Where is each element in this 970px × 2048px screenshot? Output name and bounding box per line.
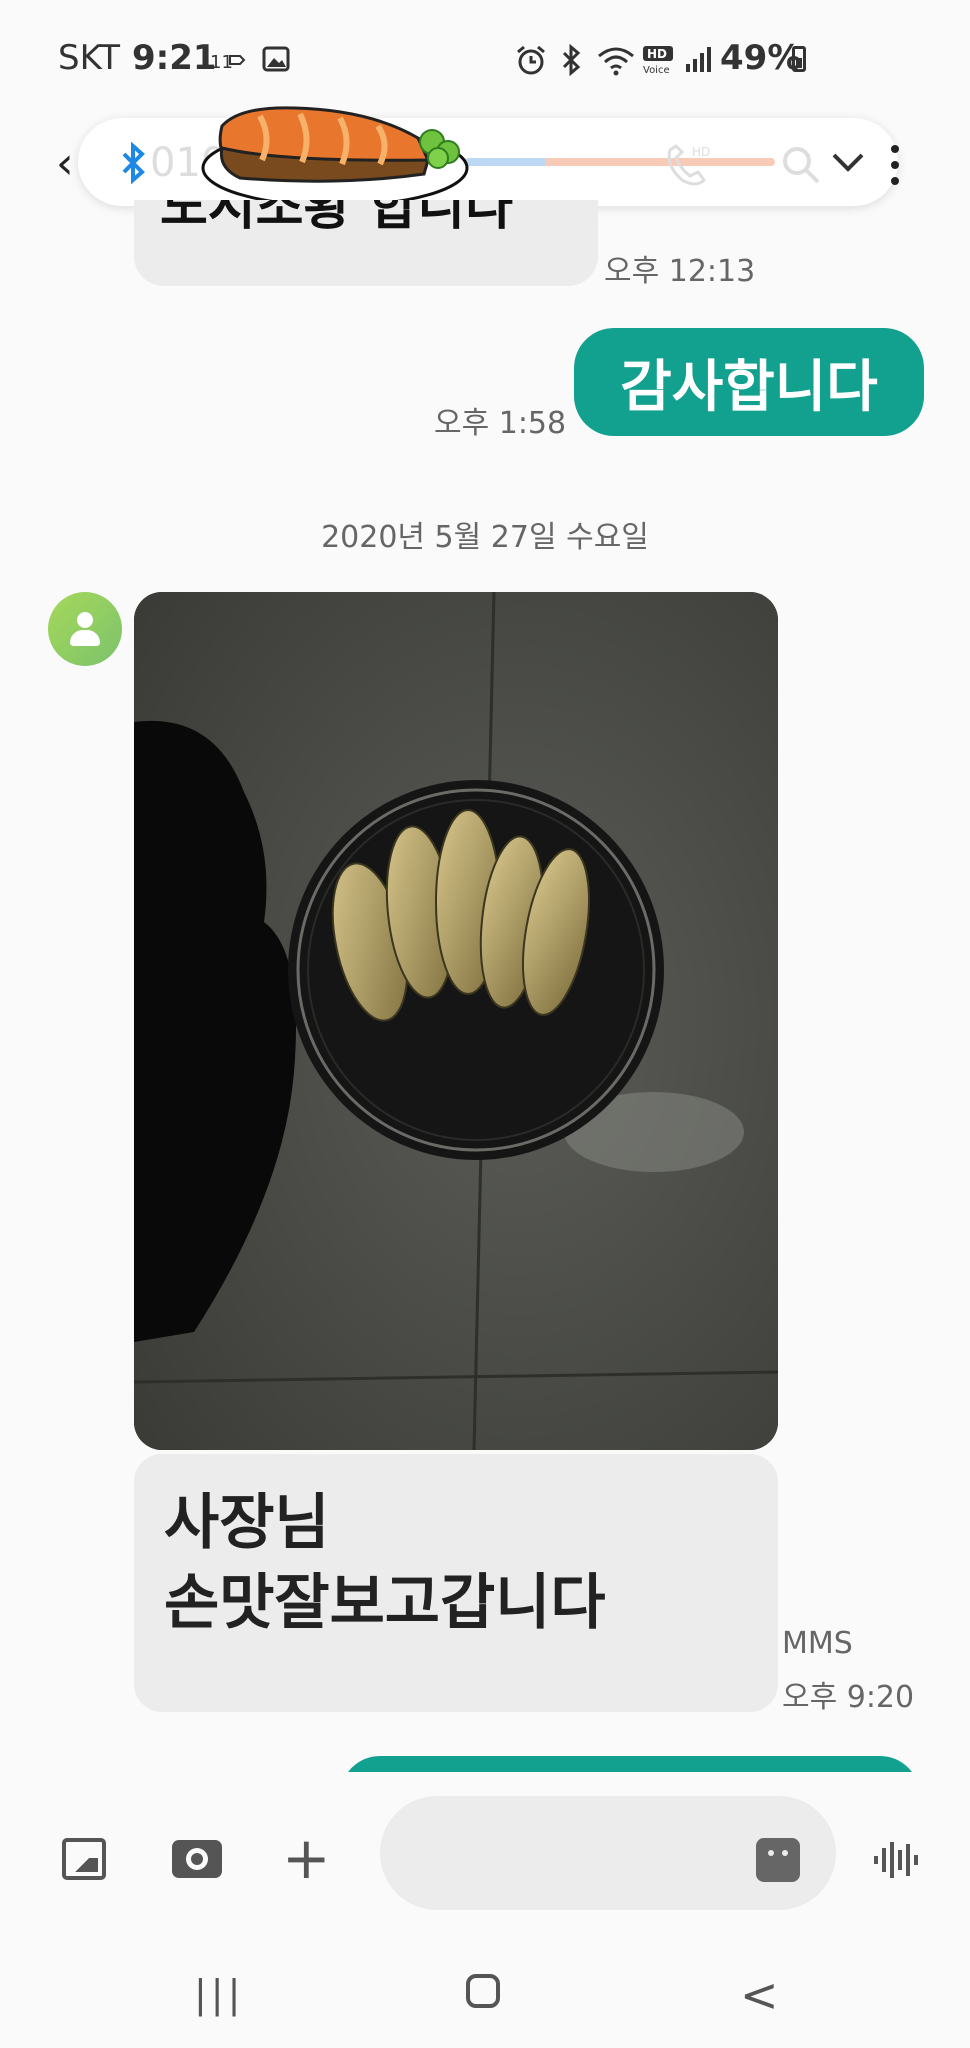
fish-sticker <box>201 106 469 208</box>
call-progress-bar <box>465 158 775 166</box>
back-arrow-icon[interactable]: ‹ <box>56 138 74 189</box>
signal-bars-icon <box>686 47 711 72</box>
fish-basket-photo <box>134 592 778 1450</box>
search-icon[interactable] <box>780 144 822 186</box>
message-timestamp: 오후 1:58 <box>434 406 567 441</box>
message-timestamp: 오후 12:13 <box>604 254 756 289</box>
svg-text:HD: HD <box>692 145 710 159</box>
message-type-label: MMS <box>782 1626 853 1661</box>
svg-text:HD: HD <box>647 47 667 61</box>
message-text: 도시조황 합니다 <box>160 200 513 237</box>
received-message-bubble[interactable]: 도시조황 합니다 <box>134 200 598 286</box>
home-icon[interactable] <box>466 1974 500 2008</box>
person-icon <box>77 612 93 628</box>
voice-icon[interactable] <box>872 1838 920 1882</box>
phone-hd-icon[interactable]: HD <box>662 142 714 188</box>
carrier-label: SKT <box>58 38 121 78</box>
recent-apps-icon[interactable]: ||| <box>194 1972 244 2016</box>
contact-avatar[interactable] <box>48 592 122 666</box>
hd-voice-icon: HD Voice <box>643 46 673 76</box>
expand-icon[interactable] <box>830 150 866 174</box>
date-divider: 2020년 5월 27일 수요일 <box>321 520 649 555</box>
sticker-icon[interactable] <box>756 1838 800 1882</box>
gallery-icon[interactable] <box>62 1838 106 1880</box>
received-message-bubble[interactable]: 사장님 손맛잘보고갑니다 <box>134 1454 778 1712</box>
camera-icon[interactable] <box>172 1840 222 1878</box>
wifi-icon <box>598 47 634 76</box>
more-icon[interactable] <box>888 142 902 188</box>
mms-photo[interactable] <box>134 592 778 1450</box>
bluetooth-icon <box>562 44 581 76</box>
signal-indicator-icon: 11 <box>210 52 246 72</box>
message-timestamp: 오후 9:20 <box>782 1680 915 1715</box>
battery-percent: 49% <box>720 38 802 78</box>
alarm-icon <box>517 45 545 75</box>
message-text-line: 사장님 <box>164 1488 330 1558</box>
gallery-notification-icon <box>262 46 290 72</box>
clock: 9:21 <box>132 38 217 78</box>
battery-icon <box>792 46 806 72</box>
plus-icon[interactable]: + <box>282 1824 331 1892</box>
svg-text:Voice: Voice <box>643 65 670 76</box>
sent-message-bubble[interactable]: 감사합니다 <box>574 328 924 436</box>
message-text-line: 손맛잘보고갑니다 <box>164 1568 606 1638</box>
back-icon[interactable]: < <box>740 1968 779 2022</box>
bluetooth-icon <box>122 142 145 184</box>
